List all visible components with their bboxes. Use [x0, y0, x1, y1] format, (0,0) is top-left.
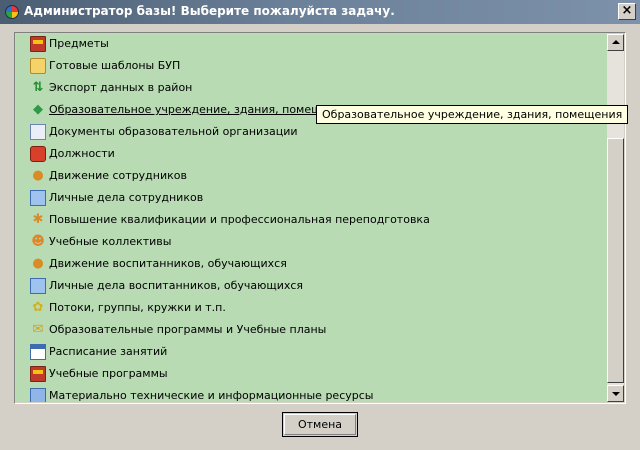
close-button[interactable]: ×: [618, 3, 636, 20]
task-list-item[interactable]: Личные дела воспитанников, обучающихся: [28, 276, 588, 298]
scrollbar-thumb[interactable]: [607, 138, 624, 383]
person-icon: ●: [32, 168, 44, 183]
task-list-item-label: Материально технические и информационные…: [49, 389, 374, 402]
task-list-item[interactable]: Готовые шаблоны БУП: [28, 56, 588, 78]
window-title: Администратор базы! Выберите пожалуйста …: [24, 4, 395, 18]
task-list-item-label: Движение воспитанников, обучающихся: [49, 257, 287, 270]
task-list-item-label: Повышение квалификации и профессиональна…: [49, 213, 430, 226]
student-icon: ●: [32, 256, 44, 271]
task-list-items: Предметы Готовые шаблоны БУП ⇅ Экспорт данн…: [16, 34, 607, 402]
vertical-scrollbar[interactable]: [607, 34, 624, 402]
task-list-item-label: Учебные программы: [49, 367, 168, 380]
task-list-item[interactable]: ✉ Образовательные программы и Учебные пла…: [28, 320, 588, 342]
task-list-item-label: Личные дела сотрудников: [49, 191, 204, 204]
task-list-item[interactable]: Материально технические и информационные…: [28, 386, 588, 402]
task-list-item-label: Документы образовательной организации: [49, 125, 298, 138]
calendar-icon: [30, 344, 46, 360]
task-list-item-label: Расписание занятий: [49, 345, 168, 358]
task-list-frame: Предметы Готовые шаблоны БУП ⇅ Экспорт данн…: [14, 32, 626, 404]
task-list-item[interactable]: Учебные программы: [28, 364, 588, 386]
student-card-icon: [30, 278, 46, 294]
task-list: Предметы Готовые шаблоны БУП ⇅ Экспорт данн…: [16, 34, 624, 402]
school-building-icon: ◆: [33, 102, 43, 117]
task-list-item[interactable]: Документы образовательной организации: [28, 122, 588, 144]
sync-arrows-icon: ⇅: [32, 80, 44, 95]
envelope-icon: ✉: [32, 322, 44, 337]
task-list-item-label: Готовые шаблоны БУП: [49, 59, 181, 72]
task-list-item[interactable]: ⇅ Экспорт данных в район: [28, 78, 588, 100]
id-card-icon: [30, 190, 46, 206]
briefcase-icon: [30, 146, 46, 162]
task-list-item[interactable]: ☻ Учебные коллективы: [28, 232, 588, 254]
task-list-item-label: Личные дела воспитанников, обучающихся: [49, 279, 304, 292]
task-list-item-label: Должности: [49, 147, 115, 160]
title-bar[interactable]: Администратор базы! Выберите пожалуйста …: [0, 0, 640, 24]
flower-icon: ✿: [32, 300, 44, 315]
task-list-item[interactable]: ● Движение сотрудников: [28, 166, 588, 188]
task-list-item[interactable]: Предметы: [28, 34, 588, 56]
task-list-item[interactable]: ✿ Потоки, группы, кружки и т.п.: [28, 298, 588, 320]
task-list-item-label: Потоки, группы, кружки и т.п.: [49, 301, 226, 314]
task-list-item-label: Образовательное учреждение, здания, поме…: [49, 103, 350, 116]
group-icon: ☻: [31, 234, 45, 249]
task-list-item[interactable]: Личные дела сотрудников: [28, 188, 588, 210]
task-list-item-label: Образовательные программы и Учебные план…: [49, 323, 327, 336]
blackboard-icon: [30, 366, 46, 382]
arrow-down-icon: [612, 392, 620, 396]
cancel-button-label: Отмена: [284, 414, 356, 435]
cancel-button[interactable]: Отмена: [282, 412, 358, 437]
blackboard-icon: [30, 36, 46, 52]
folder-icon: [30, 58, 46, 74]
task-list-item-label: Движение сотрудников: [49, 169, 187, 182]
person-gear-icon: ✱: [32, 212, 44, 227]
task-selection-dialog: Администратор базы! Выберите пожалуйста …: [0, 0, 640, 450]
task-list-item[interactable]: Должности: [28, 144, 588, 166]
monitor-icon: [30, 388, 46, 402]
tooltip: Образовательное учреждение, здания, поме…: [316, 105, 629, 124]
task-list-item[interactable]: Расписание занятий: [28, 342, 588, 364]
app-logo-icon: [5, 5, 19, 19]
task-list-item[interactable]: ● Движение воспитанников, обучающихся: [28, 254, 588, 276]
task-list-item-label: Экспорт данных в район: [49, 81, 193, 94]
arrow-up-icon: [612, 40, 620, 44]
task-list-item-label: Предметы: [49, 37, 109, 50]
scroll-down-button[interactable]: [607, 385, 624, 402]
task-list-item[interactable]: ✱ Повышение квалификации и профессиональн…: [28, 210, 588, 232]
document-icon: [30, 124, 46, 140]
task-list-item-label: Учебные коллективы: [49, 235, 172, 248]
scroll-up-button[interactable]: [607, 34, 624, 51]
